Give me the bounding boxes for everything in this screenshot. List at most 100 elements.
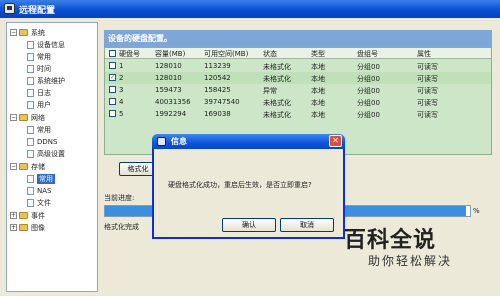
- tree-item-time[interactable]: 时间: [27, 63, 51, 74]
- table-cell: 113239: [204, 62, 231, 70]
- tree-item-device-info[interactable]: 设备信息: [27, 39, 65, 50]
- page-icon: [27, 88, 34, 97]
- page-icon: [27, 149, 34, 158]
- table-cell: 分组00: [357, 87, 380, 95]
- table-cell: 2: [119, 74, 124, 82]
- progress-label: 当前进度:: [104, 194, 135, 202]
- column-header: 盘组号: [357, 50, 378, 58]
- table-cell: 本地: [311, 87, 325, 95]
- collapse-icon[interactable]: −: [10, 163, 17, 170]
- tree-node-system[interactable]: − 系统: [10, 27, 45, 38]
- table-cell: 5: [119, 110, 124, 118]
- row-checkbox[interactable]: [109, 86, 116, 93]
- tree-item-file[interactable]: 文件: [27, 197, 51, 208]
- header-color-marker: [109, 50, 116, 57]
- page-icon: [27, 100, 34, 109]
- table-row[interactable]: ✓ 2 128010 120542 未格式化 本地 分组00 可读写: [105, 72, 491, 84]
- table-row[interactable]: 5 1992294 169038 未格式化 本地 分组00 可读写: [105, 108, 491, 120]
- table-cell: 40031356: [155, 98, 191, 106]
- table-cell: 128010: [155, 62, 182, 70]
- tree-node-storage[interactable]: − 存储: [10, 161, 45, 172]
- column-header: 硬盘号: [119, 50, 140, 58]
- row-checkbox[interactable]: [109, 98, 116, 105]
- table-cell: 异常: [263, 87, 277, 95]
- tree-item-ddns[interactable]: DDNS: [27, 136, 57, 147]
- tree-item-system-common[interactable]: 常用: [27, 51, 51, 62]
- column-header: 状态: [263, 50, 277, 58]
- progress-percent: %: [473, 207, 480, 215]
- watermark-title: 百科全说: [344, 228, 437, 253]
- watermark: 百科全说 助你轻松解决: [344, 222, 490, 284]
- config-tree[interactable]: − 系统 设备信息 常用 时间 系统维护 日志 用户 − 网络 常用 DDNS: [6, 22, 98, 292]
- page-icon: [27, 137, 34, 146]
- table-cell: 本地: [311, 75, 325, 83]
- ok-button[interactable]: 确认: [222, 218, 276, 232]
- table-cell: 可读写: [417, 111, 438, 119]
- table-cell: 分组00: [357, 99, 380, 107]
- table-cell: 本地: [311, 99, 325, 107]
- page-icon: [27, 198, 34, 207]
- column-header: 可用空间(MB): [204, 50, 249, 58]
- table-cell: 3: [119, 86, 124, 94]
- tree-item-maintenance[interactable]: 系统维护: [27, 75, 65, 86]
- folder-icon: [19, 163, 28, 170]
- tree-item-storage-common[interactable]: 常用: [27, 173, 55, 184]
- app-icon: [157, 137, 166, 146]
- column-header: 类型: [311, 50, 325, 58]
- table-row[interactable]: 4 40031356 39747540 未格式化 本地 分组00 可读写: [105, 96, 491, 108]
- collapse-icon[interactable]: −: [10, 29, 17, 36]
- row-checkbox[interactable]: ✓: [109, 74, 116, 81]
- table-cell: 未格式化: [263, 75, 291, 83]
- dialog-titlebar[interactable]: 信息 ✕: [152, 134, 345, 149]
- table-cell: 未格式化: [263, 111, 291, 119]
- column-header: 属性: [417, 50, 431, 58]
- row-checkbox[interactable]: [109, 110, 116, 117]
- section-title: 设备的硬盘配置。: [104, 30, 492, 47]
- expand-icon[interactable]: +: [10, 224, 17, 231]
- table-cell: 158425: [204, 86, 231, 94]
- window-title: 远程配置: [19, 6, 56, 16]
- table-cell: 159473: [155, 86, 182, 94]
- table-cell: 分组00: [357, 111, 380, 119]
- tree-item-nas[interactable]: NAS: [27, 185, 51, 196]
- table-cell: 可读写: [417, 63, 438, 71]
- table-cell: 分组00: [357, 75, 380, 83]
- status-text: 格式化完成: [104, 223, 139, 231]
- table-cell: 39747540: [204, 98, 240, 106]
- watermark-subtitle: 助你轻松解决: [368, 254, 453, 268]
- close-button[interactable]: ✕: [329, 135, 342, 147]
- tree-node-event[interactable]: + 事件: [10, 210, 45, 221]
- table-cell: 可读写: [417, 99, 438, 107]
- dialog-message: 硬盘格式化成功，重启后生效，是否立即重启?: [168, 181, 312, 189]
- table-cell: 未格式化: [263, 99, 291, 107]
- cancel-button[interactable]: 取消: [280, 218, 334, 232]
- tree-item-log[interactable]: 日志: [27, 87, 51, 98]
- dialog-title: 信息: [171, 137, 187, 146]
- collapse-icon[interactable]: −: [10, 114, 17, 121]
- page-icon: [27, 40, 34, 49]
- tree-item-user[interactable]: 用户: [27, 99, 51, 110]
- page-icon: [27, 174, 34, 183]
- row-checkbox[interactable]: [109, 62, 116, 69]
- folder-icon: [19, 29, 28, 36]
- table-cell: 128010: [155, 74, 182, 82]
- table-cell: 1992294: [155, 110, 187, 118]
- app-icon: [4, 3, 15, 14]
- table-row[interactable]: 3 159473 158425 异常 本地 分组00 可读写: [105, 84, 491, 96]
- table-cell: 可读写: [417, 75, 438, 83]
- table-cell: 本地: [311, 63, 325, 71]
- page-icon: [27, 76, 34, 85]
- table-row[interactable]: 1 128010 113239 未格式化 本地 分组00 可读写: [105, 60, 491, 72]
- tree-item-network-common[interactable]: 常用: [27, 124, 51, 135]
- table-cell: 本地: [311, 111, 325, 119]
- table-cell: 未格式化: [263, 63, 291, 71]
- info-dialog[interactable]: 信息 ✕ 硬盘格式化成功，重启后生效，是否立即重启? 确认 取消: [152, 134, 345, 239]
- tree-node-network[interactable]: − 网络: [10, 112, 45, 123]
- expand-icon[interactable]: +: [10, 212, 17, 219]
- window-titlebar[interactable]: 远程配置: [0, 0, 500, 18]
- tree-node-image[interactable]: + 图像: [10, 222, 45, 233]
- tree-item-advanced[interactable]: 高级设置: [27, 148, 65, 159]
- folder-icon: [19, 114, 28, 121]
- page-icon: [27, 186, 34, 195]
- table-cell: 4: [119, 98, 124, 106]
